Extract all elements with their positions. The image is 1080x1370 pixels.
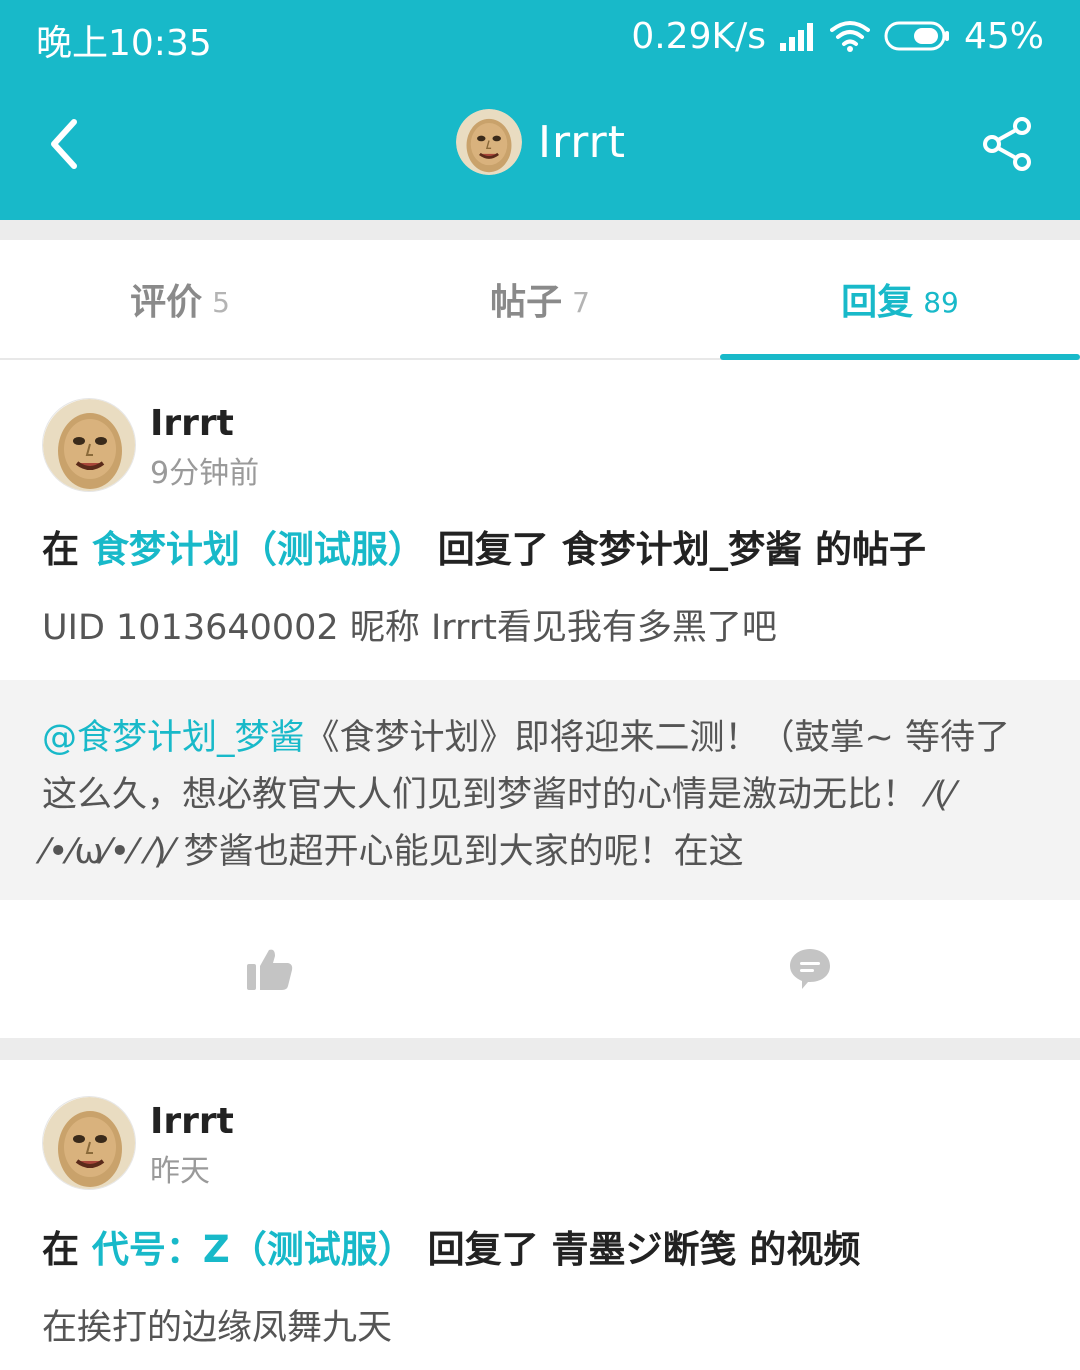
avatar[interactable] <box>456 109 522 175</box>
user-name[interactable]: Irrrt <box>150 400 259 448</box>
post-time: 9分钟前 <box>150 456 260 491</box>
thumbs-up-icon <box>247 949 293 990</box>
tab-count: 7 <box>572 285 590 319</box>
nav-title-text: Irrrt <box>538 116 626 168</box>
share-button[interactable] <box>972 108 1044 180</box>
reply-card[interactable]: Irrrt 9分钟前 在 食梦计划（测试服） 回复了 食梦计划_梦酱 的帖子 U… <box>0 360 1080 1038</box>
status-time: 晚上10:35 <box>36 23 212 64</box>
tab-bar: 评价 5 帖子 7 回复 89 <box>0 240 1080 360</box>
tab-label: 回复 <box>841 282 914 323</box>
reply-text[interactable]: UID 1013640002 昵称 Irrrt看见我有多黑了吧 <box>42 602 777 654</box>
activity-suffix: 的帖子 <box>802 528 927 571</box>
mention-link[interactable]: @食梦计划_梦酱 <box>42 718 305 758</box>
battery-level: 45% <box>963 15 1044 57</box>
user-row: Irrrt 昨天 <box>42 1096 234 1190</box>
card-actions <box>0 900 1080 1038</box>
like-button[interactable] <box>0 900 540 1038</box>
activity-prefix: 在 <box>42 1228 92 1271</box>
tab-label: 评价 <box>130 282 203 323</box>
target-user[interactable]: 青墨ジ断笺 <box>551 1228 736 1271</box>
user-meta: Irrrt 9分钟前 <box>150 398 259 496</box>
activity-suffix: 的视频 <box>736 1228 861 1271</box>
share-icon <box>983 117 1031 171</box>
chevron-left-icon <box>51 119 77 169</box>
activity-line: 在 代号：Z（测试服） 回复了 青墨ジ断笺 的视频 <box>42 1222 860 1278</box>
activity-prefix: 在 <box>42 528 92 571</box>
status-right: 0.29K/s 45% <box>631 14 1044 58</box>
post-time: 昨天 <box>150 1154 210 1189</box>
avatar[interactable] <box>42 1096 136 1190</box>
activity-verb: 回复了 <box>414 1228 552 1271</box>
tab-replies[interactable]: 回复 89 <box>720 240 1080 360</box>
network-speed: 0.29K/s <box>631 15 766 57</box>
back-button[interactable] <box>32 108 96 180</box>
game-link[interactable]: 食梦计划（测试服） <box>92 528 425 571</box>
game-link[interactable]: 代号：Z（测试服） <box>92 1228 415 1271</box>
comment-icon <box>790 949 830 989</box>
app-root: 晚上10:35 0.29K/s 45% Irrrt 评价 5 帖子 7 回复 8… <box>0 0 1080 1370</box>
nav-title: Irrrt <box>456 108 626 176</box>
tab-posts[interactable]: 帖子 7 <box>360 240 720 358</box>
user-name[interactable]: Irrrt <box>150 1098 234 1146</box>
activity-verb: 回复了 <box>424 528 562 571</box>
reply-card[interactable]: Irrrt 昨天 在 代号：Z（测试服） 回复了 青墨ジ断笺 的视频 在挨打的边… <box>0 1060 1080 1370</box>
reply-text[interactable]: 在挨打的边缘凤舞九天 <box>42 1302 392 1354</box>
target-user[interactable]: 食梦计划_梦酱 <box>562 528 803 571</box>
user-meta: Irrrt 昨天 <box>150 1096 234 1194</box>
activity-line: 在 食梦计划（测试服） 回复了 食梦计划_梦酱 的帖子 <box>42 522 926 578</box>
tab-label: 帖子 <box>490 282 563 323</box>
status-bar: 晚上10:35 0.29K/s 45% <box>0 0 1080 72</box>
tab-reviews[interactable]: 评价 5 <box>0 240 360 358</box>
avatar[interactable] <box>42 398 136 492</box>
comment-button[interactable] <box>540 900 1080 1038</box>
signal-icon <box>779 21 816 51</box>
nav-bar: Irrrt <box>0 72 1080 220</box>
quoted-post[interactable]: @食梦计划_梦酱《食梦计划》即将迎来二测！（鼓掌~ 等待了这么久，想必教官大人们… <box>0 680 1080 900</box>
user-row: Irrrt 9分钟前 <box>42 398 259 492</box>
tab-count: 5 <box>212 285 230 319</box>
tab-count: 89 <box>923 285 959 319</box>
header: 晚上10:35 0.29K/s 45% Irrrt <box>0 0 1080 220</box>
battery-icon <box>884 21 950 51</box>
wifi-icon <box>829 20 870 52</box>
